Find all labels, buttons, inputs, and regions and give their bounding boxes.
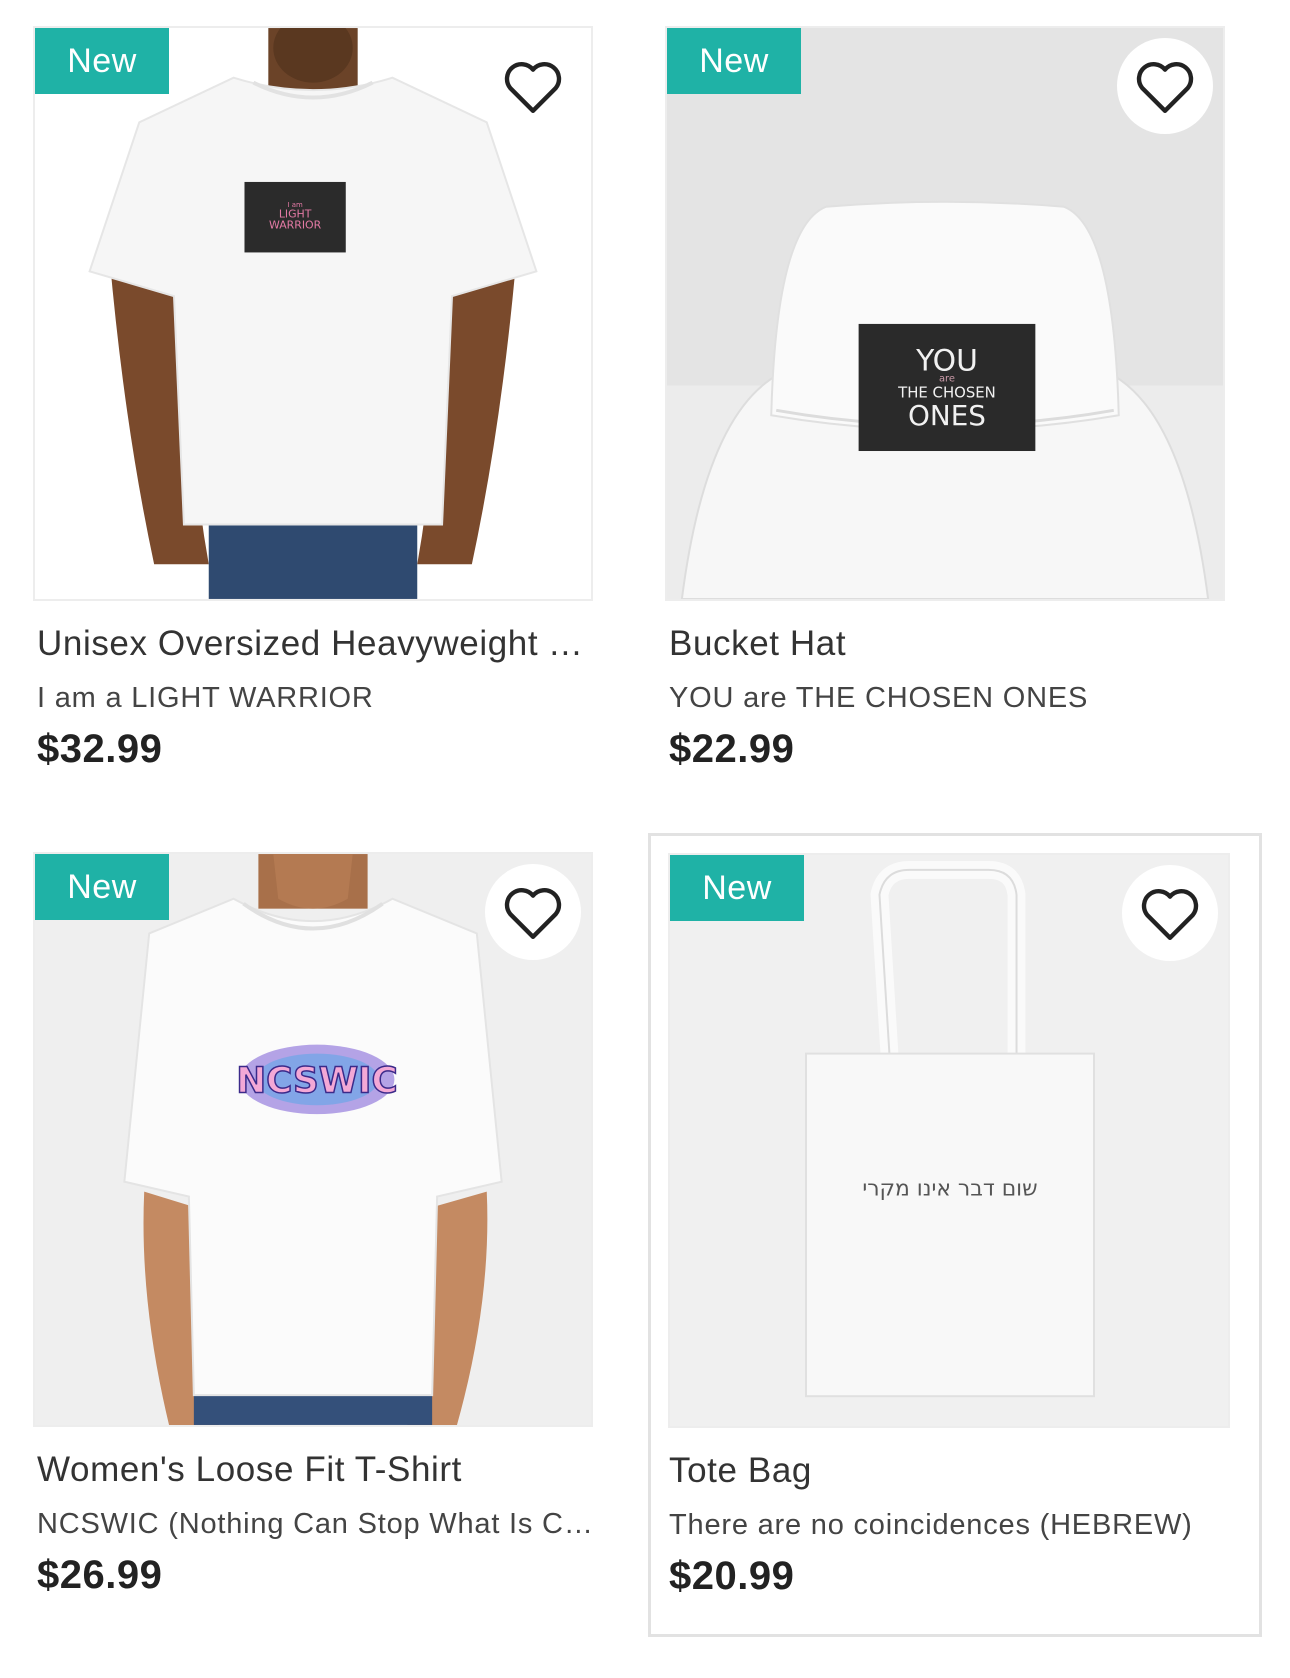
new-badge: New [670,855,804,921]
new-badge: New [35,854,169,920]
product-image[interactable]: שום דבר אינו מקרי New [668,853,1230,1428]
design-name[interactable]: There are no coincidences (HEBREW) [669,1509,1259,1542]
print-text-line1: שום דבר אינו מקרי [862,1177,1037,1202]
favorite-button[interactable] [1117,38,1213,134]
design-name[interactable]: NCSWIC (Nothing Can Stop What Is Co… [37,1508,593,1541]
product-price: $32.99 [37,727,163,771]
product-price: $20.99 [669,1554,795,1598]
design-name[interactable]: YOU are THE CHOSEN ONES [669,682,1225,715]
favorite-button[interactable] [1122,865,1218,961]
print-text-line2: WARRIOR [269,219,322,232]
heart-icon [504,888,562,939]
product-image[interactable]: I am LIGHT WARRIOR New [33,26,593,601]
heart-icon [1141,889,1199,940]
heart-icon [504,62,562,113]
print-text-line1: NCSWIC [236,1060,397,1101]
print-text-line3: ONES [908,399,986,432]
new-badge: New [35,28,169,94]
product-card[interactable]: I am LIGHT WARRIOR New Unisex Oversized … [33,26,593,826]
product-name[interactable]: Tote Bag [669,1451,1259,1491]
favorite-button[interactable] [485,864,581,960]
product-price: $26.99 [37,1553,163,1597]
new-badge: New [667,28,801,94]
design-name[interactable]: I am a LIGHT WARRIOR [37,682,593,715]
product-name[interactable]: Women's Loose Fit T-Shirt [37,1450,593,1490]
product-price: $22.99 [669,727,795,771]
heart-icon [1136,62,1194,113]
product-card[interactable]: YOU are THE CHOSEN ONES New Bucket Hat Y… [665,26,1225,826]
product-name[interactable]: Bucket Hat [669,624,1225,664]
favorite-button[interactable] [485,38,581,134]
product-card[interactable]: NCSWIC New Women's Loose Fit T-Shirt NCS… [33,852,593,1652]
product-image[interactable]: NCSWIC New [33,852,593,1427]
product-card[interactable]: שום דבר אינו מקרי New Tote Bag There are… [648,833,1262,1637]
product-name[interactable]: Unisex Oversized Heavyweight T… [37,624,593,664]
product-image[interactable]: YOU are THE CHOSEN ONES New [665,26,1225,601]
